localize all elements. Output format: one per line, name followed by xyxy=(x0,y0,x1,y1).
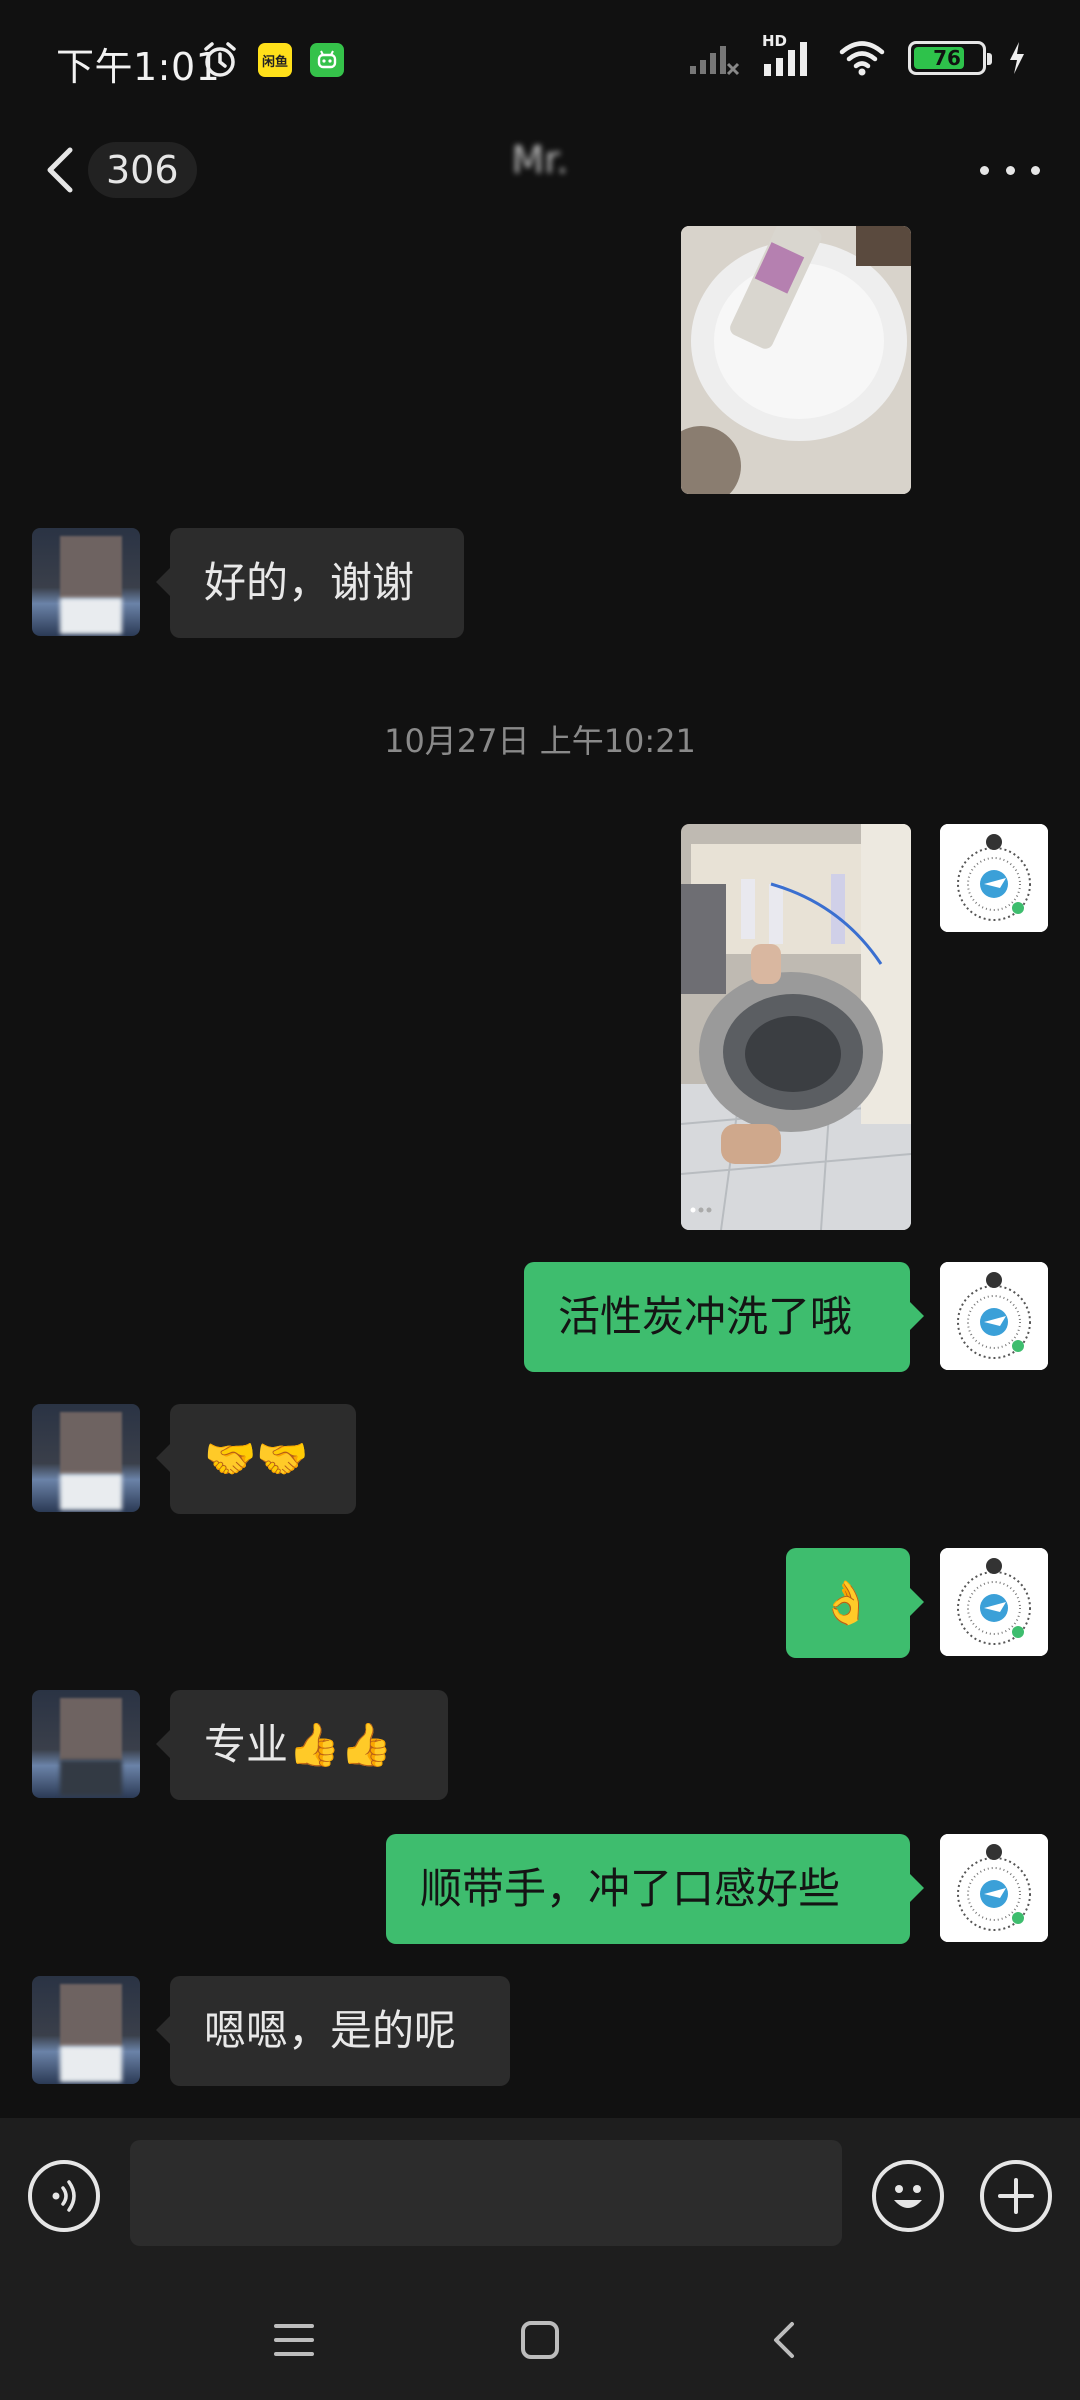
back-icon[interactable] xyxy=(764,2318,808,2362)
status-left-icons: 闲鱼 xyxy=(200,40,344,80)
message-bubble-out[interactable]: 👌 xyxy=(786,1548,924,1658)
qr-avatar-icon xyxy=(940,1548,1048,1656)
my-avatar[interactable] xyxy=(940,1548,1048,1656)
charging-icon xyxy=(1010,42,1024,74)
system-nav-bar xyxy=(0,2278,1080,2400)
menu-icon[interactable] xyxy=(272,2320,316,2360)
emoji-icon xyxy=(894,2185,922,2208)
my-avatar[interactable] xyxy=(940,1834,1048,1942)
alarm-icon xyxy=(204,42,236,77)
voice-button[interactable] xyxy=(28,2160,100,2232)
qr-avatar-icon xyxy=(940,1834,1048,1942)
status-bar: 下午1:01 闲鱼 HD 76 xyxy=(0,0,1080,120)
my-avatar[interactable] xyxy=(940,824,1048,932)
battery-icon: 76 xyxy=(908,41,992,75)
message-input[interactable] xyxy=(130,2140,842,2246)
more-dots-icon xyxy=(980,165,989,175)
battery-level: 76 xyxy=(933,46,961,70)
status-right-icons: HD 76 xyxy=(688,32,1026,78)
message-bubble-in[interactable]: 好的，谢谢 xyxy=(156,528,464,638)
message-bubble-out[interactable]: 顺带手，冲了口感好些 xyxy=(386,1834,924,1944)
qr-avatar-icon xyxy=(940,824,1048,932)
plus-icon xyxy=(998,2178,1034,2214)
more-button[interactable] xyxy=(980,146,1040,194)
home-icon[interactable] xyxy=(518,2318,562,2362)
message-timestamp: 10月27日 上午10:21 xyxy=(384,722,696,760)
voice-icon xyxy=(52,2180,76,2212)
signal-strength-icon xyxy=(764,42,807,76)
contact-avatar[interactable] xyxy=(32,528,140,636)
sent-photo-tds-tester[interactable] xyxy=(681,226,911,494)
signal-icon xyxy=(690,46,740,76)
message-bubble-in[interactable]: 🤝🤝 xyxy=(156,1404,356,1514)
contact-avatar[interactable] xyxy=(32,1404,140,1512)
contact-avatar[interactable] xyxy=(32,1690,140,1798)
xianyu-app-icon: 闲鱼 xyxy=(258,43,292,77)
message-bubble-out[interactable]: 活性炭冲洗了哦 xyxy=(524,1262,924,1372)
contact-avatar[interactable] xyxy=(32,1976,140,2084)
emoji-button[interactable] xyxy=(872,2160,944,2232)
chat-title: Mr. xyxy=(511,138,569,182)
qr-avatar-icon xyxy=(940,1262,1048,1370)
robot-app-icon xyxy=(310,43,344,77)
chat-header: 306 Mr. xyxy=(0,120,1080,220)
my-avatar[interactable] xyxy=(940,1262,1048,1370)
plus-button[interactable] xyxy=(980,2160,1052,2232)
message-bubble-in[interactable]: 嗯嗯，是的呢 xyxy=(156,1976,510,2086)
message-bubble-in[interactable]: 专业👍👍 xyxy=(156,1690,448,1800)
input-bar xyxy=(0,2118,1080,2278)
sent-photo-water-filter[interactable] xyxy=(681,824,911,1230)
xianyu-app-label: 闲鱼 xyxy=(261,54,288,70)
hd-signal: HD xyxy=(762,32,816,78)
wifi-icon xyxy=(839,41,885,76)
status-time: 下午1:01 xyxy=(56,45,221,89)
